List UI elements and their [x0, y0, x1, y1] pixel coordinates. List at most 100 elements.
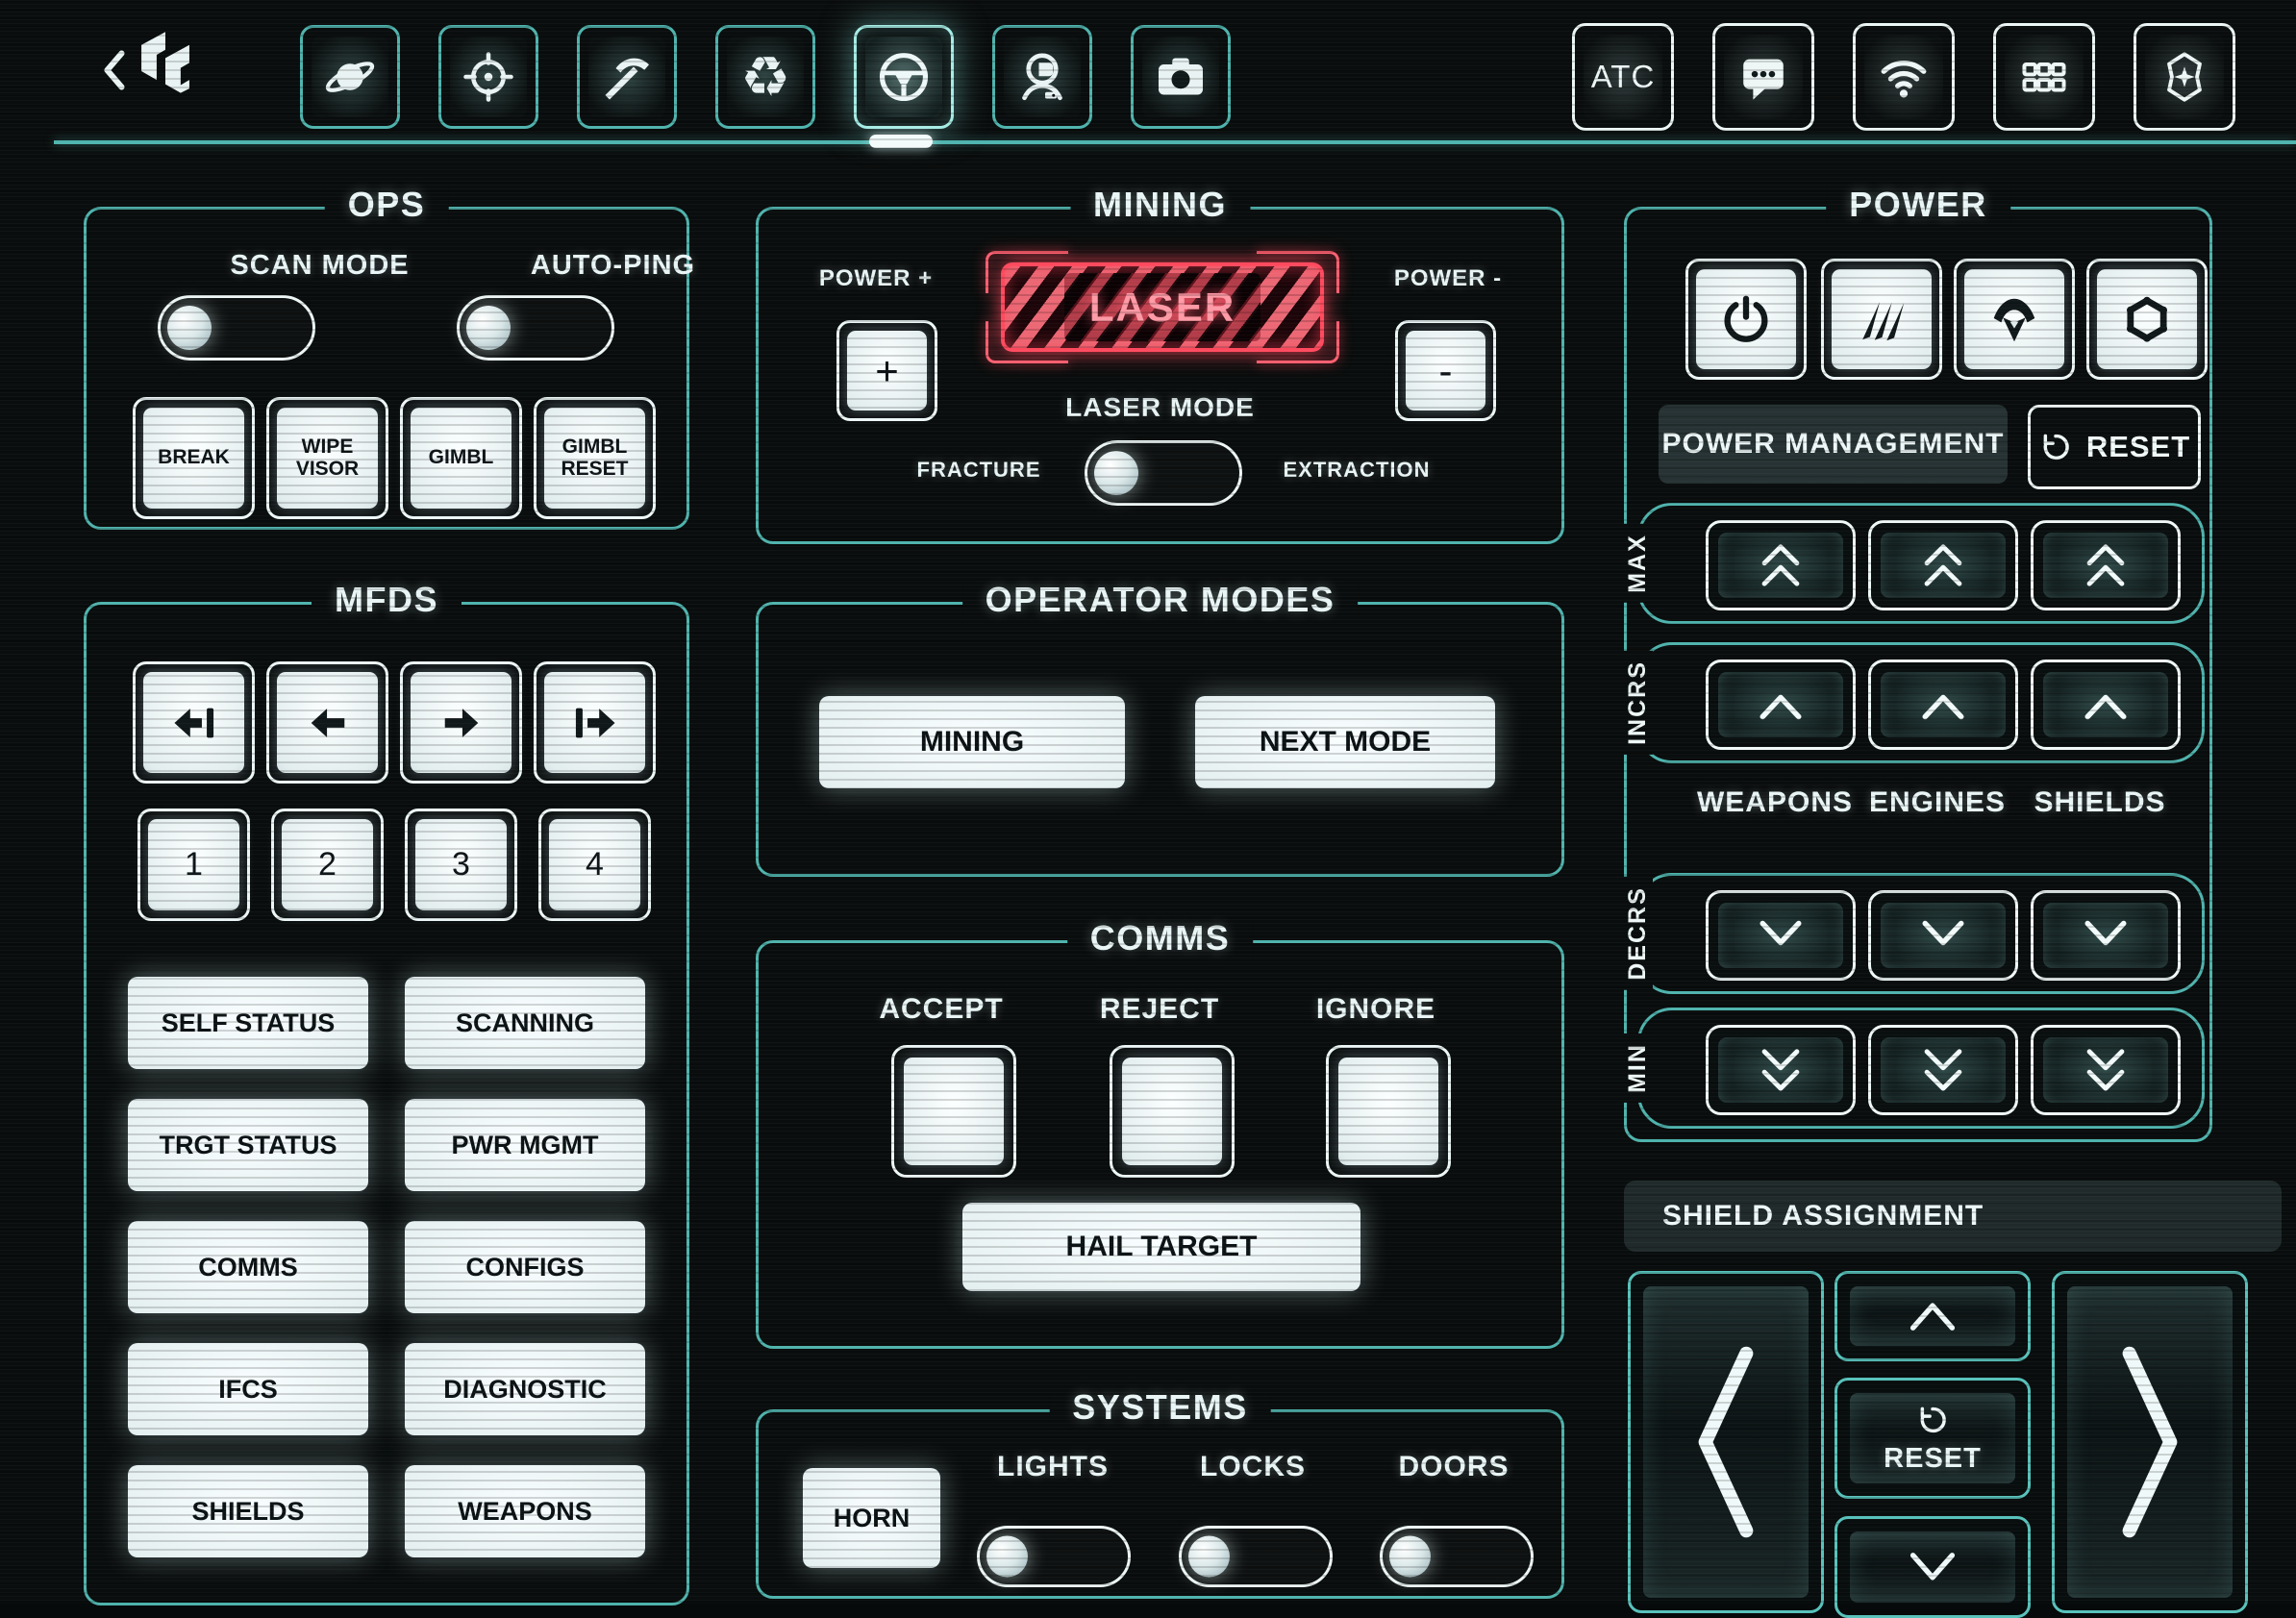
- ops-panel-title: OPS: [325, 185, 449, 225]
- mfd-first-button[interactable]: [133, 661, 255, 784]
- auto-ping-toggle[interactable]: [457, 295, 614, 361]
- shields-min-button[interactable]: [2031, 1025, 2181, 1115]
- wipe-visor-button[interactable]: WIPE VISOR: [266, 397, 388, 519]
- mfd-ifcs-button[interactable]: IFCS: [128, 1343, 368, 1435]
- power-minus-label: POWER -: [1366, 265, 1530, 292]
- lights-label: LIGHTS: [966, 1451, 1139, 1483]
- power-decrs-row: DECRS: [1637, 873, 2205, 994]
- min-row-label: MIN: [1623, 1033, 1653, 1103]
- horn-button[interactable]: HORN: [803, 1468, 940, 1568]
- accept-button-face: [904, 1058, 1004, 1165]
- emblem-icon: [2157, 49, 2212, 105]
- operator-modes-panel: OPERATOR MODES MINING NEXT MODE: [756, 602, 1564, 877]
- nav-crew-button[interactable]: [992, 25, 1092, 129]
- power-settings-button[interactable]: [2086, 259, 2208, 380]
- weapons-decrs-button[interactable]: [1706, 890, 1856, 981]
- shield-up-button[interactable]: [1834, 1271, 2031, 1361]
- wipe-visor-button-label: WIPE VISOR: [277, 408, 378, 509]
- nav-flight-button[interactable]: [854, 25, 954, 129]
- chevron-up-icon: [1751, 685, 1810, 724]
- next-mode-button[interactable]: NEXT MODE: [1195, 696, 1495, 788]
- doors-toggle[interactable]: [1380, 1526, 1534, 1587]
- gimbl-reset-button-label: GIMBL RESET: [544, 408, 645, 509]
- weapons-power-button[interactable]: [1821, 259, 1942, 380]
- nav-targeting-button[interactable]: [438, 25, 538, 129]
- shield-left-button[interactable]: [1628, 1271, 1824, 1613]
- chat-bubble-icon: [1735, 49, 1791, 105]
- toggle-knob: [1094, 451, 1138, 495]
- nav-salvage-button[interactable]: ♻: [715, 25, 815, 129]
- double-chevron-down-icon: [2076, 1044, 2135, 1096]
- mfd-shields-button[interactable]: SHIELDS: [128, 1465, 368, 1557]
- accept-button[interactable]: [891, 1045, 1016, 1178]
- topbar-divider: [54, 140, 2296, 144]
- emblem-button[interactable]: [2134, 23, 2235, 131]
- app-grid-button[interactable]: [1993, 23, 2095, 131]
- hail-target-button[interactable]: HAIL TARGET: [962, 1203, 1360, 1291]
- nav-planet-button[interactable]: [300, 25, 400, 129]
- mfd-comms-button[interactable]: COMMS: [128, 1221, 368, 1313]
- lights-toggle[interactable]: [977, 1526, 1131, 1587]
- mfd-next-button[interactable]: [400, 661, 522, 784]
- mfd-scanning-button[interactable]: SCANNING: [405, 977, 645, 1069]
- break-button[interactable]: BREAK: [133, 397, 255, 519]
- laser-mode-toggle[interactable]: [1085, 440, 1242, 506]
- nav-camera-button[interactable]: [1131, 25, 1231, 129]
- laser-display: LASER: [986, 251, 1339, 363]
- mfd-pwr-mgmt-button[interactable]: PWR MGMT: [405, 1099, 645, 1191]
- gameglass-logo-icon: [133, 29, 198, 113]
- mfd-self-status-button[interactable]: SELF STATUS: [128, 977, 368, 1069]
- shields-max-button[interactable]: [2031, 520, 2181, 610]
- power-reset-button[interactable]: RESET: [2028, 405, 2201, 489]
- ops-panel: OPS SCAN MODE AUTO-PING BREAK WIPE VISOR…: [84, 207, 689, 530]
- weapons-incrs-button[interactable]: [1706, 660, 1856, 750]
- chat-button[interactable]: [1712, 23, 1814, 131]
- atc-button[interactable]: ATC: [1572, 23, 1674, 131]
- mfd-3-button[interactable]: 3: [405, 809, 517, 921]
- scan-mode-toggle[interactable]: [158, 295, 315, 361]
- engines-max-button[interactable]: [1868, 520, 2018, 610]
- mfd-configs-button[interactable]: CONFIGS: [405, 1221, 645, 1313]
- back-button[interactable]: [100, 48, 129, 92]
- big-chevron-left-icon: [1676, 1328, 1776, 1556]
- mfd-2-button[interactable]: 2: [271, 809, 384, 921]
- engines-decrs-button[interactable]: [1868, 890, 2018, 981]
- weapons-max-button[interactable]: [1706, 520, 1856, 610]
- engines-min-button[interactable]: [1868, 1025, 2018, 1115]
- ignore-button[interactable]: [1326, 1045, 1451, 1178]
- mfd-1-button[interactable]: 1: [137, 809, 250, 921]
- chevron-down-icon: [2076, 916, 2135, 955]
- mfd-4-button[interactable]: 4: [538, 809, 651, 921]
- pickaxe-icon: [598, 48, 656, 106]
- shield-down-button[interactable]: [1834, 1516, 2031, 1618]
- gimbl-reset-button[interactable]: GIMBL RESET: [534, 397, 656, 519]
- nav-mining-button[interactable]: [577, 25, 677, 129]
- mfd-diagnostic-button[interactable]: DIAGNOSTIC: [405, 1343, 645, 1435]
- engines-incrs-button[interactable]: [1868, 660, 2018, 750]
- gear-icon: [2097, 269, 2197, 369]
- mfd-trgt-status-button[interactable]: TRGT STATUS: [128, 1099, 368, 1191]
- reject-button[interactable]: [1110, 1045, 1235, 1178]
- weapons-min-button[interactable]: [1706, 1025, 1856, 1115]
- toggle-knob: [466, 306, 511, 350]
- max-row-label: MAX: [1623, 524, 1653, 603]
- shields-incrs-button[interactable]: [2031, 660, 2181, 750]
- mfd-last-button[interactable]: [534, 661, 656, 784]
- double-chevron-up-icon: [2076, 539, 2135, 591]
- systems-panel: SYSTEMS HORN LIGHTS LOCKS DOORS: [756, 1409, 1564, 1599]
- mfd-1-label: 1: [148, 819, 239, 910]
- shields-decrs-button[interactable]: [2031, 890, 2181, 981]
- locks-toggle[interactable]: [1179, 1526, 1333, 1587]
- mfd-prev-button[interactable]: [266, 661, 388, 784]
- power-incrs-row: INCRS: [1637, 642, 2205, 763]
- current-mode-button[interactable]: MINING: [819, 696, 1125, 788]
- power-toggle-button[interactable]: [1685, 259, 1807, 380]
- wifi-button[interactable]: [1853, 23, 1955, 131]
- shield-right-button[interactable]: [2052, 1271, 2248, 1613]
- power-panel-title: POWER: [1826, 185, 2010, 225]
- mfd-weapons-button[interactable]: WEAPONS: [405, 1465, 645, 1557]
- systems-panel-title: SYSTEMS: [1049, 1387, 1271, 1428]
- shield-reset-button[interactable]: RESET: [1834, 1378, 2031, 1499]
- shields-power-button[interactable]: [1954, 259, 2075, 380]
- gimbl-button[interactable]: GIMBL: [400, 397, 522, 519]
